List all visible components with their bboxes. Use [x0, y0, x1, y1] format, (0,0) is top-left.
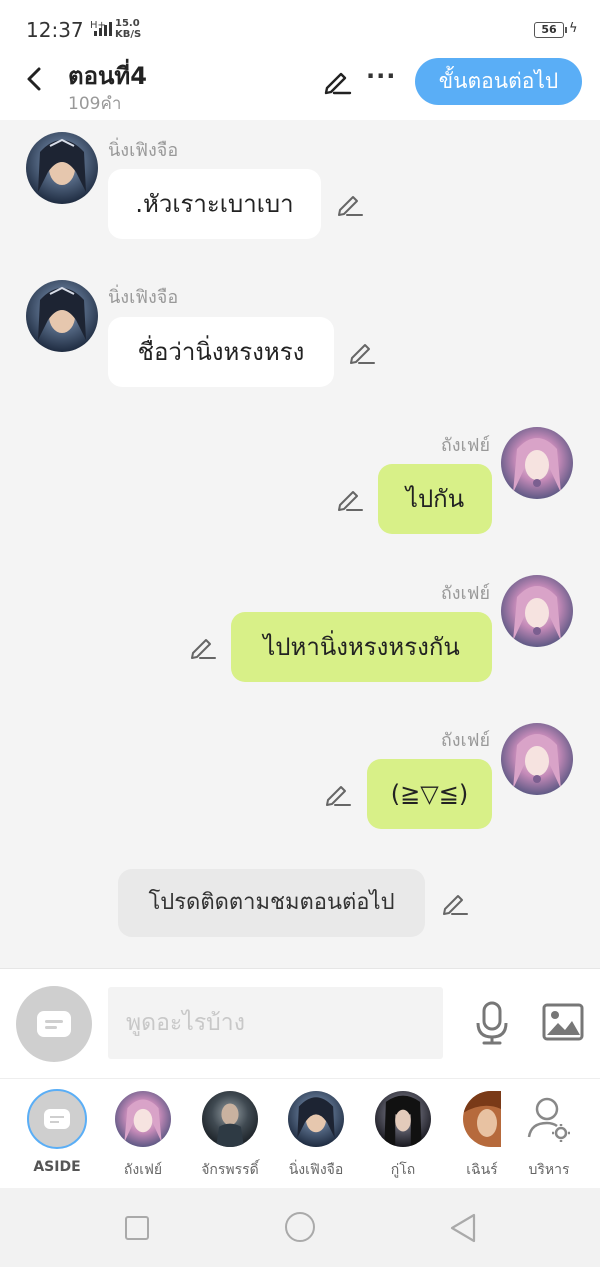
message-input[interactable]: [108, 987, 443, 1059]
manage-user-icon: [527, 1097, 570, 1142]
sender-name: ถังเฟย์: [440, 730, 490, 751]
message-bubble[interactable]: .หัวเราะเบาเบา: [108, 169, 321, 239]
narration-bubble[interactable]: โปรดติดตามชมตอนต่อไป: [118, 869, 425, 937]
header: ตอนที่4 109คำ ··· ขั้นตอนต่อไป: [0, 56, 600, 120]
character-aside[interactable]: ASIDE: [17, 1089, 97, 1175]
next-step-button[interactable]: ขั้นตอนต่อไป: [415, 58, 582, 105]
pencil-icon[interactable]: [322, 66, 352, 96]
avatar[interactable]: [501, 723, 573, 795]
character-label: บริหาร: [528, 1162, 570, 1178]
avatar: [375, 1091, 431, 1147]
back-icon[interactable]: [22, 64, 48, 94]
character-label: นิ่งเฟิงจือ: [288, 1162, 344, 1178]
avatar: [288, 1091, 344, 1147]
more-icon[interactable]: ···: [366, 62, 396, 90]
pencil-icon[interactable]: [441, 889, 469, 917]
message-bubble[interactable]: ชื่อว่านิ่งหรงหรง: [108, 317, 334, 387]
character-gutuo[interactable]: กู่โถ: [363, 1091, 443, 1181]
battery-icon: 56: [534, 22, 564, 38]
system-nav-bar: [0, 1188, 600, 1267]
character-label: ถังเฟย์: [123, 1162, 163, 1178]
aside-avatar: [27, 1089, 87, 1149]
pencil-icon[interactable]: [189, 633, 217, 661]
back-nav-icon[interactable]: [449, 1212, 477, 1244]
pencil-icon[interactable]: [336, 190, 364, 218]
sender-name: ถังเฟย์: [440, 583, 490, 604]
avatar[interactable]: [501, 575, 573, 647]
avatar[interactable]: [26, 280, 98, 352]
character-ningfengzhi[interactable]: นิ่งเฟิงจือ: [276, 1091, 356, 1181]
pencil-icon[interactable]: [336, 485, 364, 513]
signal-icon: [92, 22, 112, 36]
network-speed: 15.0 KB/S: [115, 18, 141, 40]
avatar: [202, 1091, 258, 1147]
speed-unit: KB/S: [115, 29, 142, 40]
recent-apps-icon[interactable]: [125, 1216, 149, 1240]
charging-icon: ϟ: [569, 21, 578, 36]
aside-chat-icon: [37, 1011, 71, 1037]
mic-icon[interactable]: [472, 999, 512, 1047]
pencil-icon[interactable]: [324, 780, 352, 808]
sender-name: นิ่งเฟิงจือ: [108, 140, 179, 161]
home-icon[interactable]: [285, 1212, 315, 1242]
battery-tip: [565, 27, 567, 33]
pencil-icon[interactable]: [348, 338, 376, 366]
speed-value: 15.0: [115, 18, 140, 29]
input-bar: [0, 968, 600, 1078]
character-label: กู่โถ: [390, 1162, 416, 1178]
avatar: [463, 1091, 501, 1147]
aside-toggle-button[interactable]: [16, 986, 92, 1062]
character-emperor[interactable]: จักรพรรดิ์: [190, 1091, 270, 1181]
image-icon[interactable]: [542, 1003, 584, 1041]
status-time: 12:37: [26, 18, 84, 42]
avatar[interactable]: [501, 427, 573, 499]
manage-characters-button[interactable]: บริหาร: [509, 1091, 589, 1181]
message-bubble[interactable]: ไปกัน: [378, 464, 492, 534]
character-label: ASIDE: [33, 1159, 81, 1175]
character-label: จักรพรรดิ์: [201, 1162, 259, 1178]
character-tangfei[interactable]: ถังเฟย์: [103, 1091, 183, 1181]
message-bubble[interactable]: (≧▽≦): [367, 759, 492, 829]
sender-name: ถังเฟย์: [440, 435, 490, 456]
status-bar: 12:37 H+ 15.0 KB/S 56 ϟ: [0, 0, 600, 56]
word-count: 109คำ: [68, 94, 122, 114]
avatar[interactable]: [26, 132, 98, 204]
message-bubble[interactable]: ไปหานิ่งหรงหรงกัน: [231, 612, 492, 682]
character-strip: ASIDE ถังเฟย์ จักรพรรดิ์ นิ่งเฟิงจือ กู่…: [0, 1078, 600, 1188]
avatar: [115, 1091, 171, 1147]
chat-area: นิ่งเฟิงจือ .หัวเราะเบาเบา นิ่งเฟิงจือ ช…: [0, 120, 600, 968]
sender-name: นิ่งเฟิงจือ: [108, 287, 179, 308]
